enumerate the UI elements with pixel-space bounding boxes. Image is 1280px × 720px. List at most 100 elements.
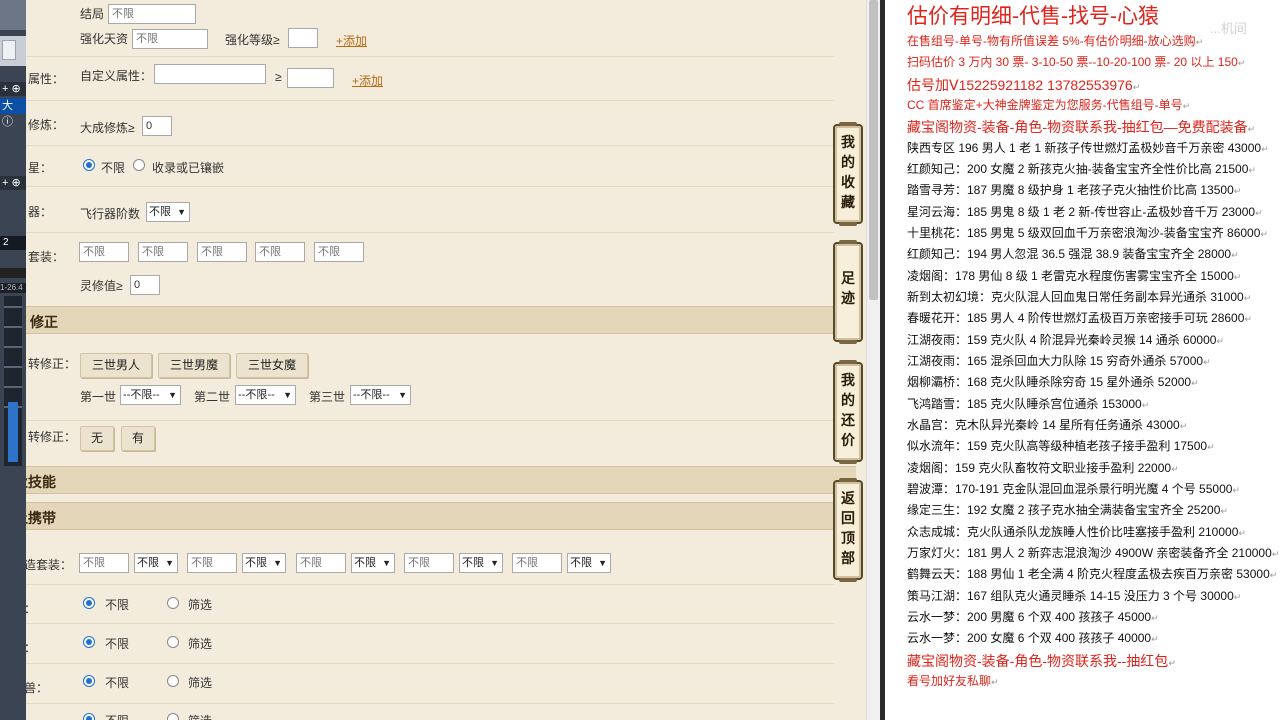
forged-set-select-3[interactable]: 不限 ▼ (351, 553, 395, 573)
strip-panel[interactable] (0, 36, 26, 66)
forged-set-select-1[interactable]: 不限 ▼ (134, 553, 178, 573)
chevron-down-icon: ▼ (273, 558, 282, 568)
forged-set-input-3[interactable] (296, 553, 346, 573)
my-favorites-button[interactable]: 我的收藏 (833, 122, 863, 226)
divine-weapon-radio-filter[interactable] (167, 636, 179, 648)
forged-set-input-5[interactable] (512, 553, 562, 573)
chevron-down-icon: ▼ (283, 390, 292, 400)
three-life-male-demon-button[interactable]: 三世男魔 (158, 353, 230, 378)
strip-add-row[interactable]: + ⊕ (0, 82, 26, 96)
row-divider (26, 584, 834, 585)
summon-beast-unlimited-label: 不限 (105, 676, 130, 690)
paragraph-mark-icon: ↵ (1168, 657, 1176, 668)
life-3-label: 第三世 (309, 390, 346, 404)
back-to-top-button[interactable]: 返回顶部 (833, 478, 863, 582)
page-scrollbar[interactable] (866, 0, 880, 720)
section-job-skills[interactable]: 职业技能 (26, 466, 856, 494)
footprint-label: 足迹 (841, 270, 855, 306)
scrollbar-thumb[interactable] (869, 0, 878, 300)
paragraph-mark-icon: ↵ (1179, 420, 1188, 431)
fairy-weapon-radio-unlimited[interactable] (83, 597, 95, 609)
aircraft-tier-select[interactable]: 不限 ▼ (146, 202, 190, 222)
next-row-radio-filter[interactable] (167, 713, 179, 720)
divine-weapon-radio-unlimited[interactable] (83, 636, 95, 648)
forged-set-input-1[interactable] (79, 553, 129, 573)
forged-set-input-4[interactable] (404, 553, 454, 573)
enhance-level-label: 强化等级≥ (225, 33, 280, 47)
forged-set-select-5[interactable]: 不限 ▼ (567, 553, 611, 573)
enhance-level-input[interactable] (288, 28, 318, 48)
summon-beast-radio-filter[interactable] (167, 675, 179, 687)
paragraph-mark-icon: ↵ (1261, 143, 1269, 154)
set-input-1[interactable] (79, 242, 129, 262)
set-input-2[interactable] (138, 242, 188, 262)
summon-beast-radio-unlimited[interactable] (83, 675, 95, 687)
next-row-unlimited-label: 不限 (105, 712, 129, 720)
promo-line: 凌烟阁：159 克火队畜牧符文职业接手盈利 22000↵ (907, 459, 1179, 476)
strip-add-row-2[interactable]: + ⊕ (0, 176, 26, 190)
correction-none-button[interactable]: 无 (80, 426, 114, 451)
add-enhance-link[interactable]: +添加 (336, 32, 367, 49)
correction-yes-button[interactable]: 有 (121, 426, 155, 451)
back-to-top-label: 返回顶部 (841, 490, 855, 566)
chevron-down-icon: ▼ (382, 558, 391, 568)
promo-line: 众志成城：克火队通杀队龙族睡人性价比哇塞接手盈利 210000↵ (907, 523, 1246, 540)
row-divider (26, 623, 834, 624)
fairy-weapon-radio-filter[interactable] (167, 597, 179, 609)
row-divider (26, 232, 834, 233)
life-3-select[interactable]: --不限-- ▼ (350, 385, 411, 405)
next-row-radio-unlimited[interactable] (83, 713, 95, 720)
set-input-3[interactable] (197, 242, 247, 262)
paragraph-mark-icon: ↵ (1141, 399, 1150, 410)
chevron-down-icon: ▼ (398, 390, 407, 400)
strip-tab[interactable]: 大 ⓘ (0, 98, 26, 128)
forged-set-select-2[interactable]: 不限 ▼ (242, 553, 286, 573)
promo-line-text: 云水一梦：200 女魔 6 个双 400 孩孩子 40000 (907, 631, 1152, 646)
spirit-value-label: 灵修值≥ (80, 279, 123, 293)
row-divider (26, 703, 834, 704)
set-input-5[interactable] (314, 242, 364, 262)
great-cultivation-input[interactable] (142, 116, 172, 136)
life-2-select[interactable]: --不限-- ▼ (235, 385, 296, 405)
custom-attribute-input[interactable] (154, 64, 266, 84)
paragraph-mark-icon: ↵ (1271, 548, 1280, 559)
row-divider (26, 145, 834, 146)
promo-line-text: 估号加Ⅴ15225921182 13782553976 (907, 76, 1133, 93)
paragraph-mark-icon: ↵ (1244, 314, 1252, 325)
three-life-female-demon-button[interactable]: 三世女魔 (236, 353, 308, 378)
attribute-value-input[interactable] (287, 68, 334, 88)
strip-header (0, 0, 26, 30)
talent-input[interactable] (132, 29, 208, 49)
three-life-male-human-button[interactable]: 三世男人 (80, 353, 152, 378)
promo-line-text: 十里桃花：185 男鬼 5 级双回血千万亲密浪淘沙-装备宝宝齐 86000 (907, 225, 1261, 240)
next-row-filter-label: 筛选 (188, 712, 212, 720)
promo-document: 估价有明细-代售-找号-心猿 ...机间 在售组号-单号-物有所值误差 5%-有… (885, 0, 1280, 720)
promo-line: 缘定三生：192 女魔 2 孩子克水抽全满装备宝宝齐全 25200↵ (907, 501, 1228, 518)
promo-line-text: 云水一梦：200 男魔 6 个双 400 孩孩子 45000 (907, 609, 1152, 624)
forged-set-input-2[interactable] (187, 553, 237, 573)
promo-line: 红颜知己：200 女魔 2 新孩克火抽-装备宝宝齐全性价比高 21500↵ (907, 160, 1256, 177)
set-label: 套装： (28, 250, 65, 264)
footprint-button[interactable]: 足迹 (833, 240, 863, 344)
paragraph-mark-icon: ↵ (1247, 124, 1256, 135)
promo-line: CC 首席鉴定+大神金牌鉴定为您服务-代售组号-单号↵ (907, 96, 1190, 113)
paragraph-mark-icon: ↵ (1151, 634, 1159, 645)
set-input-4[interactable] (255, 242, 305, 262)
my-counteroffer-button[interactable]: 我的还价 (833, 360, 863, 464)
paragraph-mark-icon: ↵ (1269, 570, 1278, 581)
promo-line-text: 红颜知己：200 女魔 2 新孩克火抽-装备宝宝齐全性价比高 21500 (907, 161, 1249, 176)
promo-line: 踏雪寻芳：187 男魔 8 级护身 1 老孩子克火抽性价比高 13500↵ (907, 181, 1241, 198)
spirit-value-input[interactable] (130, 275, 160, 295)
forged-set-select-4[interactable]: 不限 ▼ (459, 553, 503, 573)
life-1-select[interactable]: --不限-- ▼ (120, 385, 181, 405)
ending-input[interactable] (108, 4, 196, 24)
section-on-body[interactable]: 身上携带 (26, 502, 856, 530)
add-attribute-link[interactable]: +添加 (352, 72, 383, 89)
promo-line: 江湖夜雨：159 克火队 4 阶混异光秦岭灵猴 14 通杀 60000↵ (907, 331, 1224, 348)
correction2-label: 转修正： (28, 430, 77, 444)
radio-embedded[interactable] (133, 159, 145, 171)
radio-unlimited-label: 不限 (101, 161, 126, 175)
strip-toggle[interactable] (0, 268, 26, 278)
paragraph-mark-icon: ↵ (1220, 506, 1228, 517)
radio-unlimited[interactable] (83, 159, 95, 171)
